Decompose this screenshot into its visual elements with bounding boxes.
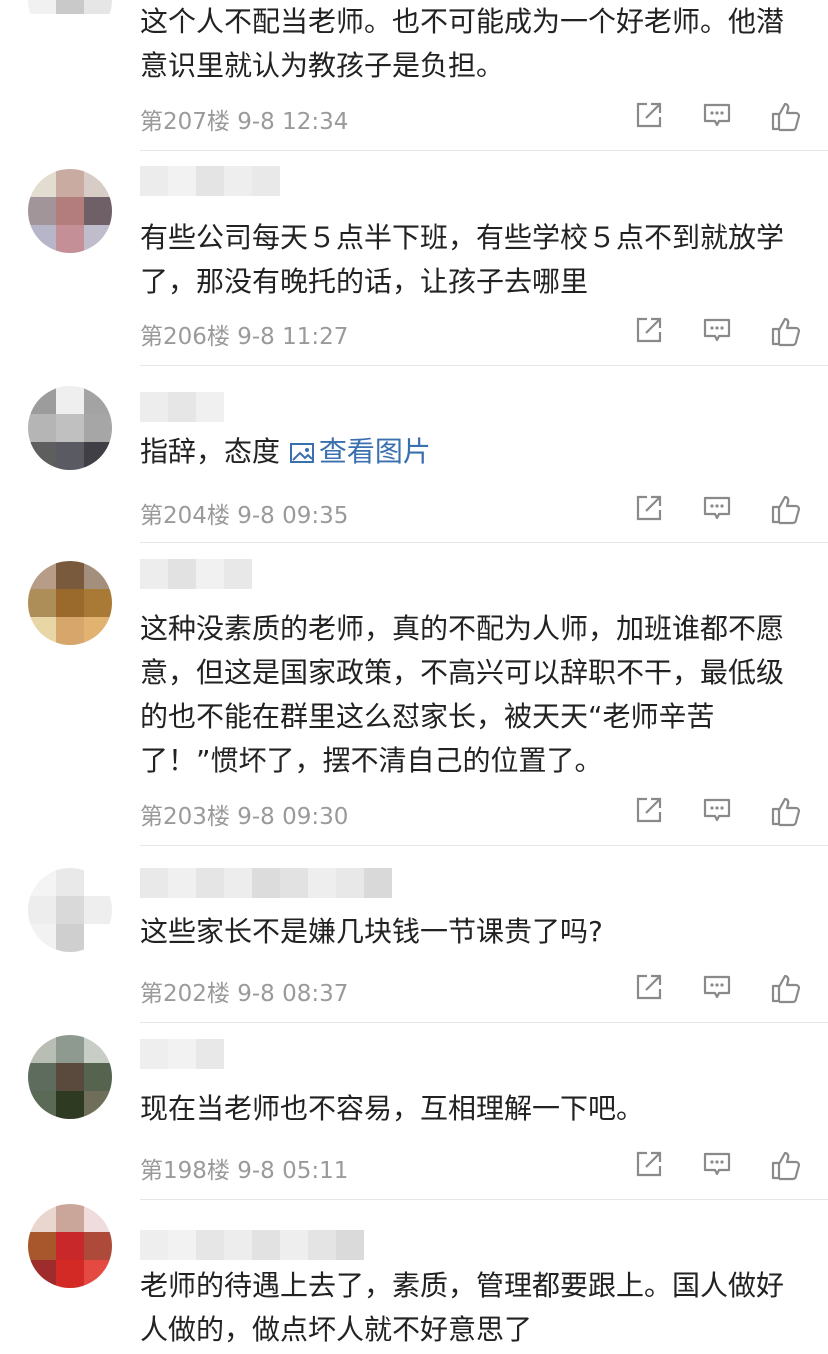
comment-icon[interactable] [702,100,732,130]
comment-time: 9-8 05:11 [237,1158,349,1184]
comment-time: 9-8 09:35 [237,503,349,529]
user-name-blurred[interactable] [140,1230,364,1260]
user-name-blurred[interactable] [140,1039,224,1069]
comment-actions [634,795,802,827]
divider [140,150,828,151]
comment-meta: 第207楼 9-8 12:34 [140,102,348,136]
thumbs-up-icon[interactable] [770,100,802,132]
comment-text: 这种没素质的老师，真的不配为人师，加班谁都不愿意，但这是国家政策，不高兴可以辞职… [140,612,785,777]
user-name-blurred[interactable] [140,166,280,196]
divider [140,1022,828,1023]
thumbs-up-icon[interactable] [770,1149,802,1181]
comment-actions [634,100,802,132]
share-icon[interactable] [634,493,664,523]
comment-time: 9-8 09:30 [237,804,349,830]
thumbs-up-icon[interactable] [770,795,802,827]
comment-time: 9-8 11:27 [237,324,349,350]
comment-icon[interactable] [702,972,732,1002]
comment-list-page: { "comments": [ { "text": "这个人不配当老师。也不可能… [0,0,828,1354]
comment-text: 指辞，态度 查看图片 [140,430,800,474]
comment-meta: 第203楼 9-8 09:30 [140,797,348,831]
avatar[interactable] [28,868,112,952]
comment-text: 这个人不配当老师。也不可能成为一个好老师。他潜意识里就认为教孩子是负担。 [140,5,785,82]
comment-meta: 第202楼 9-8 08:37 [140,974,348,1008]
floor-number: 第198楼 [140,1158,230,1184]
comment-icon[interactable] [702,493,732,523]
comment-meta: 第204楼 9-8 09:35 [140,496,348,530]
divider [140,845,828,846]
avatar[interactable] [28,386,112,470]
comment-time: 9-8 08:37 [237,981,349,1007]
comment-text: 现在当老师也不容易，互相理解一下吧。 [140,1092,645,1125]
floor-number: 第207楼 [140,109,230,135]
comment-time: 9-8 12:34 [237,109,349,135]
user-name-blurred[interactable] [140,559,252,589]
avatar[interactable] [28,1035,112,1119]
thumbs-up-icon[interactable] [770,972,802,1004]
view-image-link[interactable]: 查看图片 [289,435,431,468]
floor-number: 第206楼 [140,324,230,350]
comment-actions [634,972,802,1004]
comment-actions [634,315,802,347]
divider [140,1199,828,1200]
thumbs-up-icon[interactable] [770,493,802,525]
share-icon[interactable] [634,1149,664,1179]
floor-number: 第204楼 [140,503,230,529]
avatar[interactable] [28,169,112,253]
view-image-label: 查看图片 [318,435,431,468]
share-icon[interactable] [634,100,664,130]
comment-text-prefix: 指辞，态度 [140,435,281,468]
divider [140,542,828,543]
user-name-blurred[interactable] [140,392,224,422]
user-name-blurred[interactable] [140,868,392,898]
floor-number: 第203楼 [140,804,230,830]
comment-text: 有些公司每天５点半下班，有些学校５点不到就放学了，那没有晚托的话，让孩子去哪里 [140,221,785,298]
thumbs-up-icon[interactable] [770,315,802,347]
floor-number: 第202楼 [140,981,230,1007]
avatar[interactable] [28,561,112,645]
avatar[interactable] [28,1204,112,1288]
divider [140,365,828,366]
comment-icon[interactable] [702,795,732,825]
image-icon [289,443,314,463]
comment-text: 这些家长不是嫌几块钱一节课贵了吗? [140,915,603,948]
comment-text: 老师的待遇上去了，素质，管理都要跟上。国人做好人做的，做点坏人就不好意思了 [140,1269,785,1346]
share-icon[interactable] [634,795,664,825]
avatar[interactable] [28,0,112,42]
comment-actions [634,493,802,525]
comment-icon[interactable] [702,315,732,345]
share-icon[interactable] [634,315,664,345]
comment-meta: 第206楼 9-8 11:27 [140,317,348,351]
comment-actions [634,1149,802,1181]
comment-icon[interactable] [702,1149,732,1179]
share-icon[interactable] [634,972,664,1002]
comment-meta: 第198楼 9-8 05:11 [140,1151,348,1185]
